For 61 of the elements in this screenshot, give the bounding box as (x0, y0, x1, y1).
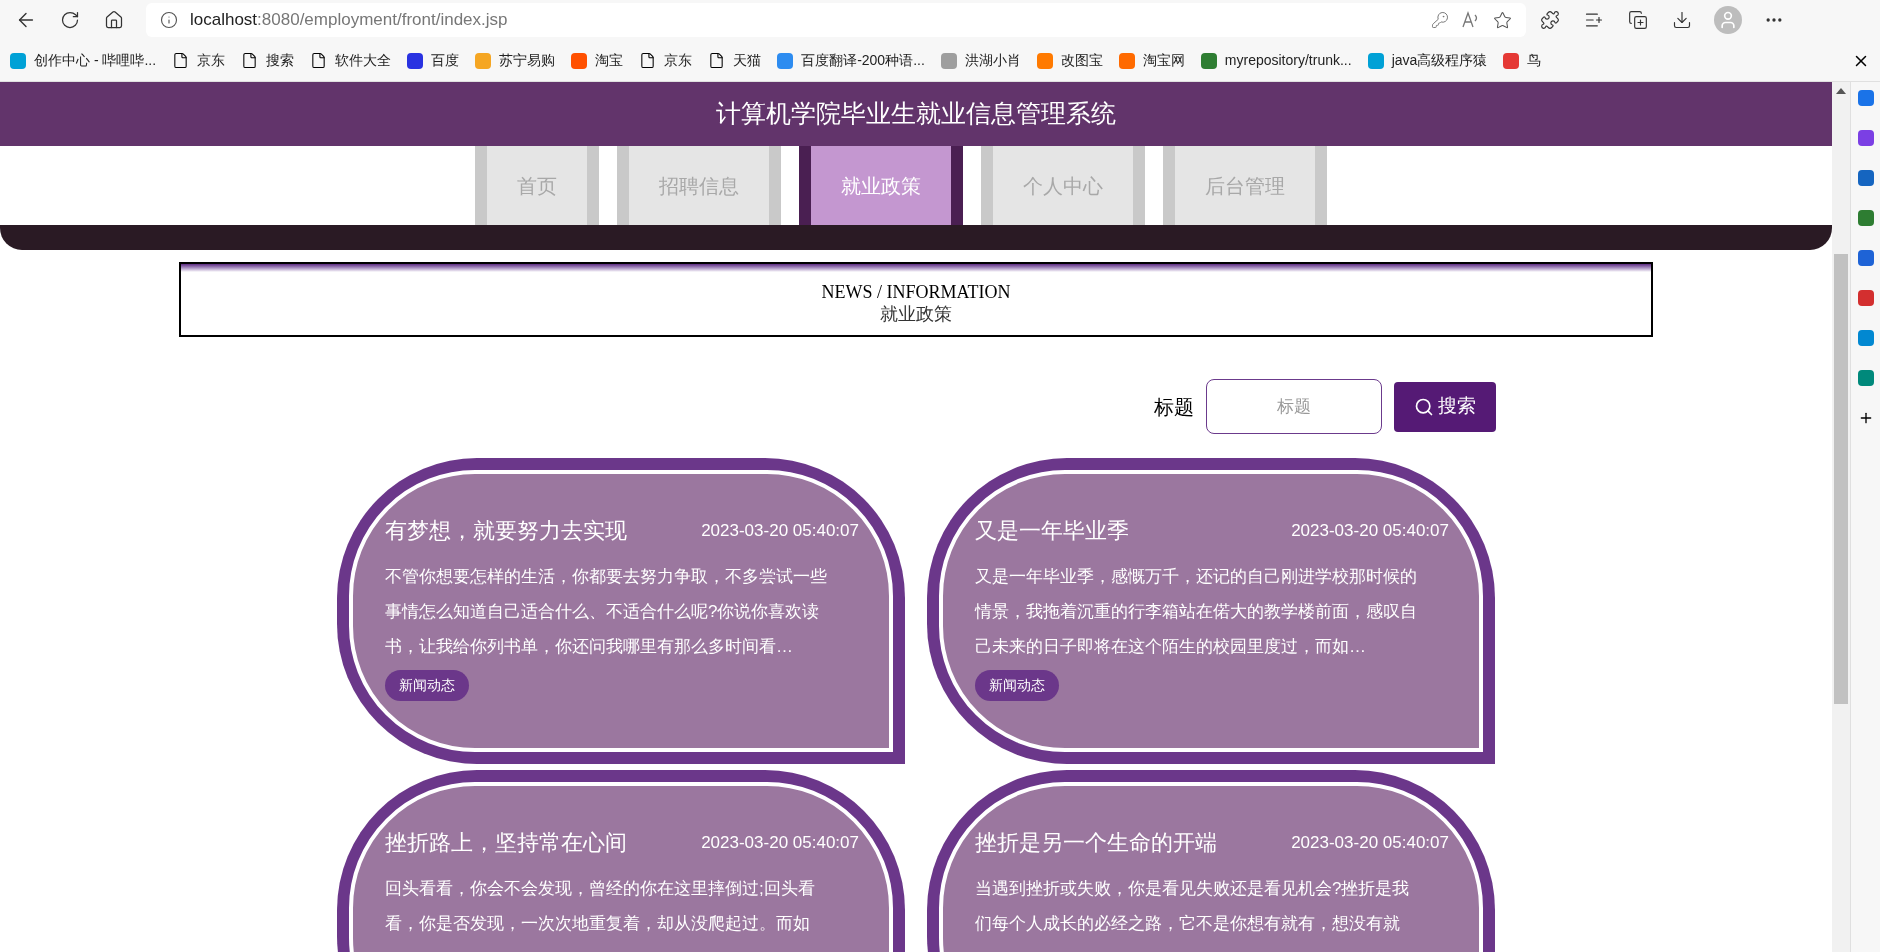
sidebar-app-icon[interactable] (1857, 130, 1874, 146)
article-excerpt: 回头看看，你会不会发现，曾经的你在这里摔倒过;回头看看，你是否发现，一次次地重复着，却从没爬起过。而如 (385, 878, 816, 935)
bookmark[interactable]: 创作中心 - 哔哩哔... (2, 45, 165, 76)
bookmark[interactable]: 天猫 (700, 45, 770, 76)
search-label: 标题 (1154, 394, 1194, 420)
article-date: 2023-03-20 05:40:07 (1291, 519, 1449, 542)
page-icon (310, 52, 328, 69)
bookmark[interactable]: 苏宁易购 (467, 45, 564, 76)
bookmark[interactable]: 百度翻译-200种语... (769, 45, 933, 76)
article-title[interactable]: 挫折路上，坚持常在心间 (385, 826, 627, 859)
article-excerpt: 不管你想要怎样的生活，你都要去努力争取，不多尝试一些事情怎么知道自己适合什么、不适合什么呢?你说你喜欢读书，让我给你列书单，你还问我哪里有那么多时间看… (385, 566, 828, 658)
article-title[interactable]: 又是一年毕业季 (975, 514, 1129, 547)
bookmark[interactable]: 鸟 (1495, 45, 1550, 76)
category-tag[interactable]: 新闻动态 (385, 670, 469, 701)
search-icon (1414, 396, 1434, 417)
bookmark[interactable]: 百度 (399, 45, 468, 76)
sidebar-app-icon[interactable] (1857, 370, 1874, 386)
section-subheading: 就业政策 (880, 302, 952, 325)
article-title[interactable]: 挫折是另一个生命的开端 (975, 826, 1217, 859)
bookmark[interactable]: 淘宝网 (1110, 45, 1193, 76)
article-card[interactable]: 又是一年毕业季 2023-03-20 05:40:07 又是一年毕业季，感慨万千，还记的自己刚进学校那时候的情景，我拖着沉重的行李箱站在偌大的教学楼前面，感叹自己未来的日子即将在这个陌生的校园里度过，而如… 新闻动态 (927, 458, 1495, 764)
page-icon (639, 52, 657, 69)
site-title: 计算机学院毕业生就业信息管理系统 (716, 98, 1116, 130)
add-favorite-icon[interactable] (1493, 10, 1512, 30)
key-icon[interactable] (1431, 11, 1449, 29)
sidebar-app-icon[interactable] (1857, 290, 1874, 306)
article-card[interactable]: 挫折路上，坚持常在心间 2023-03-20 05:40:07 回头看看，你会不会发现，曾经的你在这里摔倒过;回头看看，你是否发现，一次次地重复着，却从没爬起过。而如 (337, 770, 905, 952)
bookmark[interactable]: myrepository/trunk... (1192, 45, 1360, 76)
bookmark[interactable]: 洪湖小肖 (932, 45, 1029, 76)
bookmark[interactable]: 京东 (164, 45, 234, 76)
bookmark[interactable]: java高级程序猿 (1359, 45, 1496, 76)
article-excerpt: 又是一年毕业季，感慨万千，还记的自己刚进学校那时候的情景，我拖着沉重的行李箱站在偌大的教学楼前面，感叹自己未来的日子即将在这个陌生的校园里度过，而如… (975, 566, 1418, 658)
page-icon (241, 52, 259, 69)
info-icon (160, 11, 178, 29)
bookmark[interactable]: 淘宝 (563, 45, 632, 76)
search-field[interactable]: 标题 (1206, 379, 1382, 434)
article-date: 2023-03-20 05:40:07 (1291, 831, 1449, 854)
page-icon (708, 52, 726, 69)
bookmark[interactable]: 软件大全 (302, 45, 400, 76)
article-date: 2023-03-20 05:40:07 (701, 831, 859, 854)
article-date: 2023-03-20 05:40:07 (701, 519, 859, 542)
section-heading: NEWS / INFORMATION (821, 280, 1011, 303)
article-card[interactable]: 挫折是另一个生命的开端 2023-03-20 05:40:07 当遇到挫折或失败，你是看见失败还是看见机会?挫折是我们每个人成长的必经之路，它不是你想有就有，想没有就 (927, 770, 1495, 952)
address-bar[interactable]: localhost:8080/employment/front/index.jsp (146, 3, 1526, 37)
search-button[interactable]: 搜索 (1394, 381, 1496, 432)
scrollbar[interactable] (1832, 82, 1850, 952)
sidebar-app-icon[interactable] (1857, 250, 1874, 266)
sidebar-app-icon[interactable] (1857, 90, 1874, 106)
sidebar-app-icon[interactable] (1857, 170, 1874, 186)
bookmark[interactable]: 改图宝 (1028, 45, 1111, 76)
category-tag[interactable]: 新闻动态 (975, 670, 1059, 701)
scrollbar-thumb[interactable] (1834, 254, 1848, 704)
article-card[interactable]: 有梦想，就要努力去实现 2023-03-20 05:40:07 不管你想要怎样的生活，你都要去努力争取，不多尝试一些事情怎么知道自己适合什么、不适合什么呢?你说你喜欢读书，让我给你列书单，你还问我哪里有那么多时间看… 新闻动态 (337, 458, 905, 764)
sidebar-app-icon[interactable] (1857, 210, 1874, 226)
bookmark[interactable]: 搜索 (233, 45, 303, 76)
article-excerpt: 当遇到挫折或失败，你是看见失败还是看见机会?挫折是我们每个人成长的必经之路，它不是你想有就有，想没有就 (975, 878, 1411, 935)
url-text: localhost:8080/employment/front/index.jsp (190, 9, 508, 32)
article-title[interactable]: 有梦想，就要努力去实现 (385, 514, 627, 547)
page-icon (172, 52, 190, 69)
bookmark[interactable]: 京东 (631, 45, 701, 76)
sidebar-app-icon[interactable] (1857, 330, 1874, 346)
